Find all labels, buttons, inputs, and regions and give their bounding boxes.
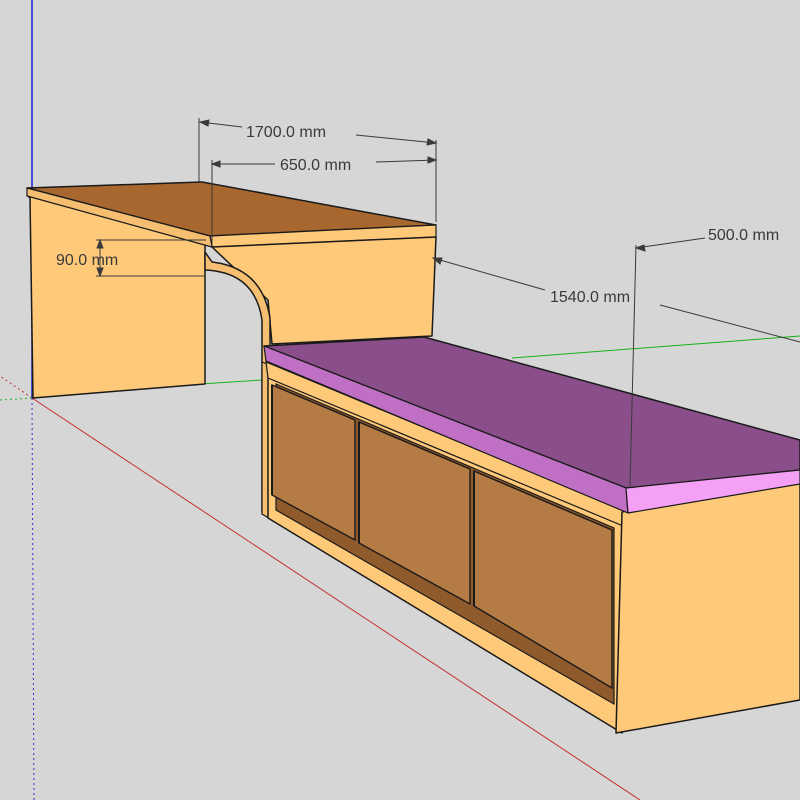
green-axis: [199, 379, 263, 385]
bench-end-panel: [615, 477, 800, 734]
model-canvas[interactable]: 1700.0 mm 650.0 mm 90.0 mm 1540.0 mm 500…: [0, 0, 800, 800]
dim-500-arrow-left: [634, 244, 646, 252]
dim-label-500: 500.0 mm: [708, 227, 779, 244]
dim-1700-arrow-left: [198, 119, 210, 127]
green-axis-far: [511, 335, 800, 359]
dim-label-650: 650.0 mm: [280, 157, 351, 174]
dim-1700-line-b: [355, 134, 437, 144]
dim-500-line: [635, 237, 706, 249]
blue-axis-negative: [31, 397, 35, 800]
dim-1540-line-a: [432, 257, 546, 291]
dim-650-arrow-left: [210, 160, 221, 168]
dim-label-90: 90.0 mm: [56, 252, 118, 269]
dim-1540-line-b: [659, 304, 800, 343]
bench[interactable]: [261, 336, 800, 734]
red-axis-negative: [0, 375, 33, 399]
dim-label-1540: 1540.0 mm: [550, 289, 630, 306]
dim-650-arrow-right: [427, 156, 438, 164]
sketchup-viewport[interactable]: 1700.0 mm 650.0 mm 90.0 mm 1540.0 mm 500…: [0, 0, 800, 800]
dim-1700-arrow-right: [426, 138, 438, 146]
green-axis-negative: [0, 397, 33, 401]
dim-650-line-b: [375, 159, 437, 163]
desk-right-panel: [211, 236, 437, 345]
dim-label-1700: 1700.0 mm: [246, 124, 326, 141]
